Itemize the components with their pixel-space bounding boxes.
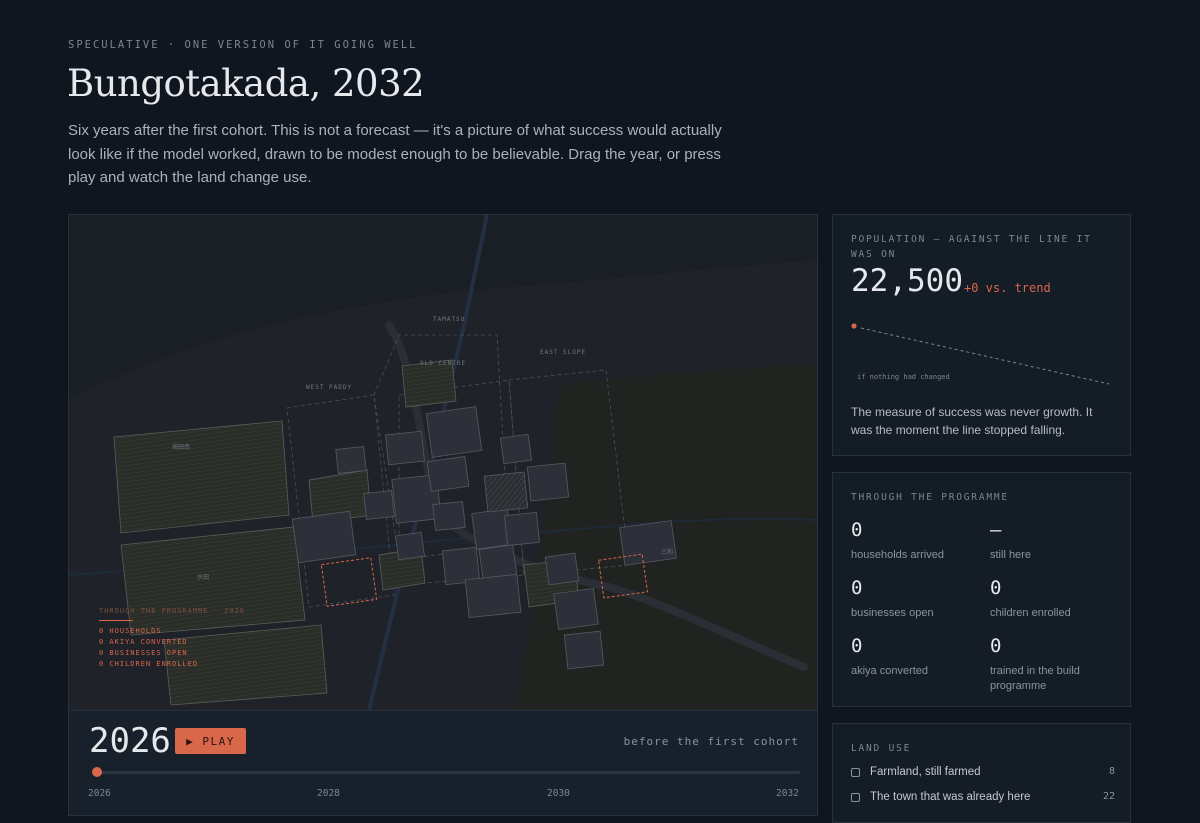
land-use-card: LAND USE Farmland, still farmed 8 The to… [832,723,1131,823]
current-year: 2026 [89,721,171,761]
stat-label: still here [990,549,1031,561]
play-button[interactable]: ▶ PLAY [175,728,246,754]
programme-label: THROUGH THE PROGRAMME [851,492,1009,503]
population-card: POPULATION — AGAINST THE LINE IT WAS ON … [832,214,1131,456]
year-slider-track[interactable] [97,771,800,774]
map-label-district: WEST PADDY [306,384,352,391]
stat-value: 0 [851,635,863,657]
map-label-district: OLD CENTRE [420,360,466,367]
checkbox[interactable] [851,768,860,777]
year-tick: 2032 [776,788,799,799]
map-label-area: 三和 [661,548,673,556]
map-panel: TAMATSU OLD CENTRE EAST SLOPE WEST PADDY… [68,214,818,816]
overlay-line: 0 CHILDREN ENROLLED [99,660,199,668]
timeline-controls: 2026 ▶ PLAY before the first cohort 2026… [69,710,817,815]
year-tick: 2030 [547,788,570,799]
stat-akiya: 0 akiya converted [851,635,981,679]
stat-label: households arrived [851,549,944,561]
overlay-line: 0 AKIYA CONVERTED [99,638,188,646]
stat-label: businesses open [851,607,934,619]
stat-businesses: 0 businesses open [851,577,981,621]
overlay-title: THROUGH THE PROGRAMME · 2026 [99,607,246,615]
land-use-label: LAND USE [851,743,912,754]
map-label-district: EAST SLOPE [540,349,586,356]
land-use-item-count: 22 [1102,791,1115,802]
land-use-item-existing-town[interactable]: The town that was already here 22 [851,791,1115,807]
year-tick: 2026 [88,788,111,799]
year-slider-handle[interactable] [92,767,102,777]
stat-label: children enrolled [990,607,1071,619]
year-tick: 2028 [317,788,340,799]
overlay-line: 0 BUSINESSES OPEN [99,649,188,657]
stat-still-here: — still here [990,519,1120,563]
overlay-line: 0 HOUSEHOLDS [99,627,162,635]
stat-value: 0 [990,635,1002,657]
stat-value: 0 [851,519,863,541]
checkbox[interactable] [851,793,860,802]
stat-value: — [990,519,1002,541]
land-use-item-label: Farmland, still farmed [870,766,981,778]
programme-card: THROUGH THE PROGRAMME 0 households arriv… [832,472,1131,707]
population-delta: +0 vs. trend [964,281,1051,295]
trend-note: if nothing had changed [857,373,950,381]
eyebrow: SPECULATIVE · ONE VERSION OF IT GOING WE… [68,39,418,51]
stat-label: akiya converted [851,665,929,677]
page-title: Bungotakada, 2032 [67,62,425,105]
overlay-rule [99,620,133,621]
map-label-area: 水田 [197,573,209,581]
stat-households: 0 households arrived [851,519,981,563]
population-text: The measure of success was never growth.… [851,405,1093,437]
phase-label: before the first cohort [623,735,799,748]
stat-trained: 0 trained in the build programme [990,635,1120,694]
land-use-item-count: 8 [1108,766,1115,777]
population-label: POPULATION — AGAINST THE LINE IT WAS ON [851,234,1092,260]
stat-children: 0 children enrolled [990,577,1120,621]
map-programme-overlay: THROUGH THE PROGRAMME · 2026 0 HOUSEHOLD… [99,607,245,670]
population-value: 22,500 [851,263,963,299]
stat-label: trained in the build programme [990,665,1080,692]
intro-text: Six years after the first cohort. This i… [68,122,722,186]
stat-value: 0 [851,577,863,599]
population-trend-chart [851,323,1110,385]
land-use-item-farmland[interactable]: Farmland, still farmed 8 [851,766,1115,782]
map-label-district: TAMATSU [433,316,465,323]
land-use-item-label: The town that was already here [870,791,1031,803]
stat-value: 0 [990,577,1002,599]
current-point [851,323,857,329]
hatched-parcel [483,471,529,513]
map-label-area: 高田南 [172,443,190,451]
